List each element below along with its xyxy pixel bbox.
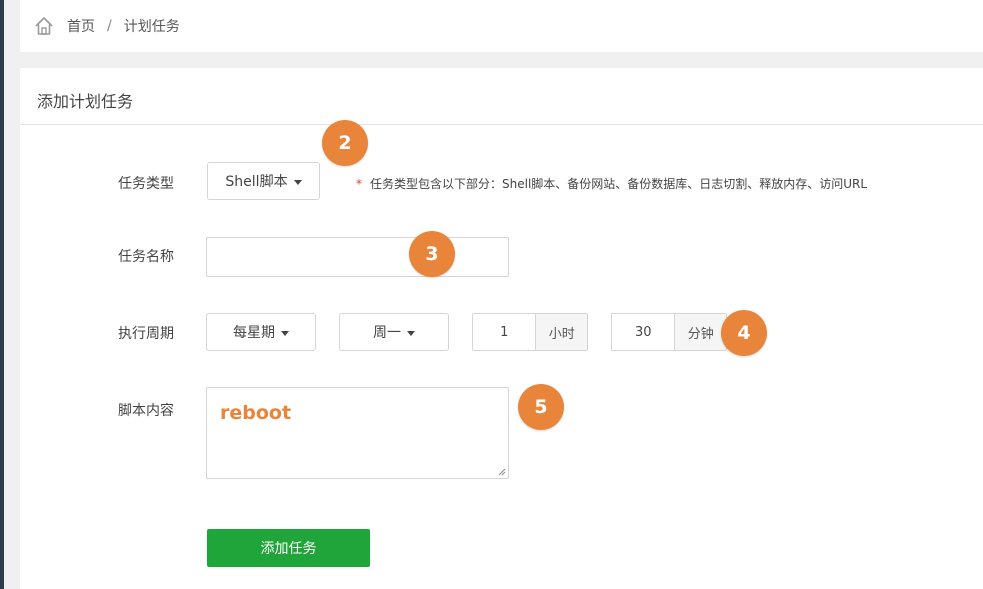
home-icon[interactable] <box>33 15 55 37</box>
task-type-label: 任务类型 <box>118 176 174 192</box>
task-name-input[interactable] <box>206 237 509 277</box>
panel-divider <box>20 124 983 125</box>
add-task-panel: 添加计划任务 任务类型 Shell脚本 * 任务类型包含以下部分：Shell脚本、… <box>20 68 983 589</box>
task-type-select[interactable]: Shell脚本 <box>207 162 320 200</box>
caret-down-icon <box>293 179 302 185</box>
script-textarea[interactable]: reboot <box>206 387 509 479</box>
annotation-badge-2: 2 <box>322 120 368 166</box>
task-name-label: 任务名称 <box>118 249 174 265</box>
task-type-selected-value: Shell脚本 <box>225 174 288 190</box>
breadcrumb: 首页 / 计划任务 <box>20 0 983 52</box>
annotation-badge-5: 5 <box>518 384 564 430</box>
task-type-hint: * 任务类型包含以下部分：Shell脚本、备份网站、备份数据库、日志切割、释放内存… <box>356 175 867 192</box>
minute-input[interactable]: 30 <box>612 314 674 350</box>
minute-unit-label: 分钟 <box>674 314 726 350</box>
breadcrumb-current: 计划任务 <box>123 19 180 35</box>
hour-unit-label: 小时 <box>535 314 587 350</box>
period-select[interactable]: 每星期 <box>206 313 316 351</box>
add-task-button[interactable]: 添加任务 <box>207 529 370 567</box>
period-selected-value: 每星期 <box>233 325 275 341</box>
page: 首页 / 计划任务 添加计划任务 任务类型 Shell脚本 * 任务类型包含以下部… <box>0 0 983 589</box>
minute-input-group: 30 分钟 <box>611 313 727 351</box>
breadcrumb-home-link[interactable]: 首页 <box>67 16 95 36</box>
script-content: reboot <box>220 402 292 424</box>
annotation-badge-4: 4 <box>721 310 767 356</box>
weekday-select[interactable]: 周一 <box>339 313 449 351</box>
script-label: 脚本内容 <box>118 403 174 419</box>
required-star: * <box>356 177 362 191</box>
hour-input[interactable]: 1 <box>473 314 535 350</box>
resize-grip-icon[interactable] <box>498 468 506 476</box>
caret-down-icon <box>281 330 289 336</box>
task-type-hint-text: 任务类型包含以下部分：Shell脚本、备份网站、备份数据库、日志切割、释放内存、… <box>370 177 868 191</box>
hour-input-group: 1 小时 <box>472 313 588 351</box>
panel-title: 添加计划任务 <box>37 92 134 111</box>
annotation-badge-3: 3 <box>409 231 455 277</box>
weekday-selected-value: 周一 <box>373 325 401 341</box>
breadcrumb-separator: / <box>107 18 112 34</box>
caret-down-icon <box>407 330 415 336</box>
schedule-label: 执行周期 <box>118 326 174 342</box>
sidebar-edge <box>0 0 4 589</box>
